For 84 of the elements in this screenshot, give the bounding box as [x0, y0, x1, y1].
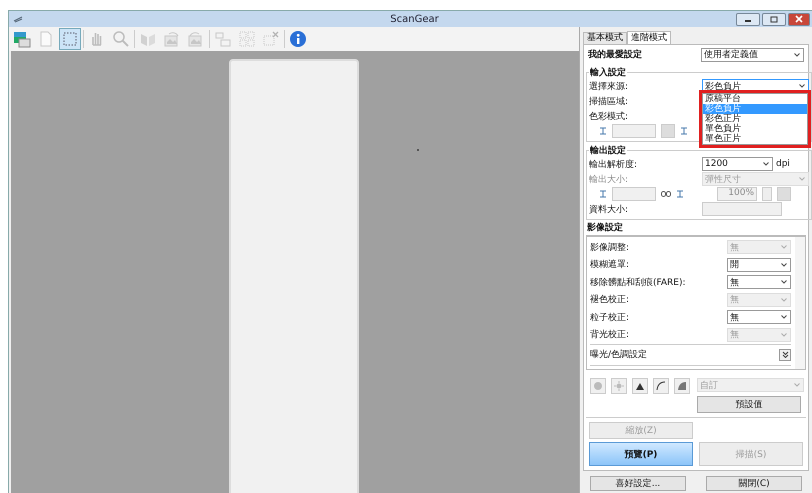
field-label: 輸出大小: — [589, 174, 630, 186]
setting-dropdown[interactable]: 無 — [727, 310, 791, 324]
caret-icon — [799, 84, 805, 88]
copy-button[interactable] — [777, 187, 791, 202]
caret-icon — [799, 177, 805, 182]
caret-icon — [763, 162, 769, 166]
tone-curve-button[interactable] — [653, 378, 669, 394]
caret-icon — [781, 315, 787, 320]
circle-icon — [593, 381, 603, 391]
caret-icon — [794, 52, 800, 57]
clear-icon — [262, 30, 280, 48]
field-label: 曝光/色調設定 — [590, 348, 648, 362]
preview-button[interactable]: 預覽(P) — [589, 442, 693, 466]
source-option[interactable]: 單色負片 — [703, 124, 807, 134]
rotate-left-icon — [163, 30, 181, 48]
setting-dropdown[interactable]: 開 — [727, 258, 791, 272]
source-option[interactable]: 彩色正片 — [703, 114, 807, 124]
zoom-icon — [112, 30, 130, 48]
close-dialog-button[interactable]: 關閉(C) — [706, 476, 802, 491]
section-title: 影像設定 — [586, 222, 624, 235]
field-label: 背光校正: — [590, 328, 630, 342]
brightness-button[interactable] — [611, 378, 627, 394]
scale-spinner[interactable] — [762, 187, 772, 202]
caret-icon — [781, 245, 787, 250]
resolution-dropdown[interactable]: 1200 — [702, 157, 773, 172]
select-all-icon — [238, 30, 256, 48]
caret-icon — [781, 332, 787, 337]
caret-icon — [781, 262, 787, 267]
crop-icon — [61, 30, 79, 48]
width-icon — [599, 190, 607, 198]
height-icon — [676, 190, 684, 198]
source-option[interactable]: 單色正片 — [703, 134, 807, 144]
field-label: 粒子校正: — [590, 312, 630, 324]
mode-tab[interactable]: 基本模式 — [583, 32, 627, 44]
width-field[interactable] — [612, 124, 656, 138]
field-label: 褪色校正: — [590, 294, 630, 306]
width-field[interactable] — [612, 187, 656, 202]
height-icon — [680, 127, 688, 136]
field-label: 我的最愛設定 — [588, 48, 643, 62]
field-label: 選擇來源: — [589, 80, 630, 93]
color-balance-button[interactable] — [590, 378, 606, 394]
curve-icon — [677, 381, 687, 391]
histogram-button[interactable] — [632, 378, 648, 394]
defaults-button[interactable]: 預設值 — [697, 396, 801, 413]
caret-icon — [781, 298, 787, 302]
scrollbar[interactable] — [795, 236, 805, 369]
field-label: 掃描區域: — [589, 96, 630, 108]
field-label: 資料大小: — [589, 204, 630, 216]
info-tool-button[interactable] — [287, 28, 309, 50]
scanner-icon — [13, 15, 23, 23]
close-icon — [794, 15, 803, 23]
field-label: 色彩模式: — [589, 110, 630, 123]
link-icon — [661, 191, 671, 198]
window-title: ScanGear — [389, 14, 439, 24]
caret-icon — [781, 280, 787, 284]
crop-tool-button[interactable] — [59, 28, 81, 50]
setting-dropdown[interactable]: 無 — [727, 275, 791, 290]
maximize-icon — [770, 16, 778, 22]
caret-icon — [794, 383, 800, 387]
close-button[interactable] — [788, 12, 810, 26]
favorite-dropdown[interactable]: 使用者定義值 — [701, 48, 804, 62]
width-icon — [599, 127, 607, 136]
field-label: 影像調整: — [590, 242, 630, 254]
thumbnail-icon — [13, 30, 31, 48]
group-title: 輸出設定 — [589, 144, 627, 157]
preferences-button[interactable]: 喜好設定... — [590, 476, 686, 491]
field-label: 移除髒點和刮痕(FARE): — [590, 276, 687, 289]
field-label: 輸出解析度: — [589, 158, 638, 171]
curve-icon — [656, 381, 666, 391]
final-review-button[interactable] — [674, 378, 690, 394]
info-icon — [289, 30, 307, 48]
expand-button[interactable] — [779, 348, 791, 361]
unit-label: dpi — [776, 159, 790, 170]
group-title: 輸入設定 — [589, 66, 627, 79]
select-one-icon — [214, 30, 232, 48]
maximize-button[interactable] — [762, 12, 786, 26]
histogram-icon — [635, 381, 645, 391]
mode-tab[interactable]: 進階模式 — [627, 31, 671, 44]
double-chevron-icon — [782, 351, 788, 358]
sun-icon — [614, 381, 624, 391]
source-option[interactable]: 原稿平台 — [703, 94, 807, 104]
minimize-button[interactable] — [736, 12, 760, 26]
copy-button[interactable] — [661, 124, 675, 138]
field-label: 模糊遮罩: — [590, 258, 630, 272]
